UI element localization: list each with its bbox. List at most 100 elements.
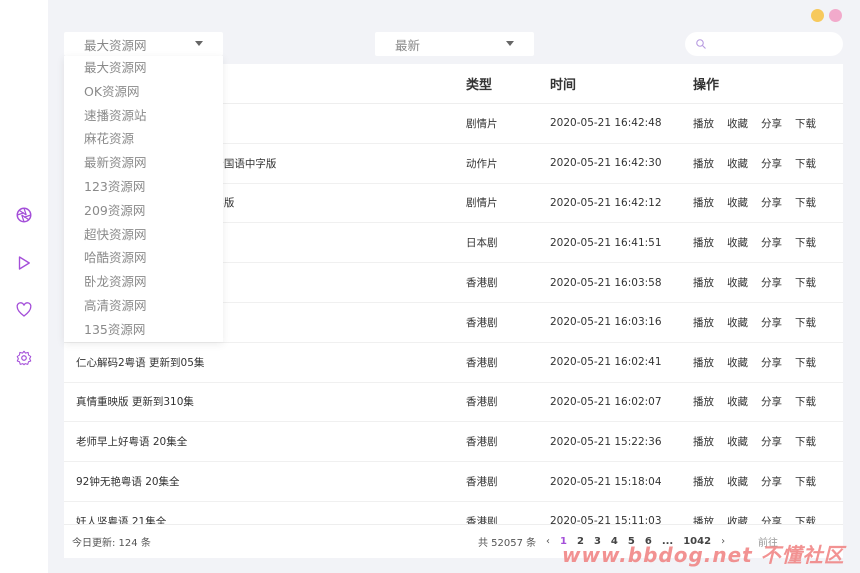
search-input[interactable] bbox=[713, 37, 833, 51]
row-title[interactable]: 真情重映版 更新到310集 bbox=[64, 394, 454, 409]
favorite-button[interactable]: 收藏 bbox=[727, 315, 748, 330]
search-box[interactable] bbox=[685, 32, 843, 56]
row-time: 2020-05-21 15:18:04 bbox=[550, 475, 662, 488]
play-icon bbox=[18, 256, 30, 270]
share-button[interactable]: 分享 bbox=[761, 275, 782, 290]
download-button[interactable]: 下载 bbox=[795, 235, 816, 250]
row-time: 2020-05-21 16:03:16 bbox=[550, 316, 662, 329]
gear-icon bbox=[16, 350, 32, 366]
sidebar-item-play[interactable] bbox=[14, 253, 34, 273]
source-option[interactable]: 哈酷资源网 bbox=[64, 246, 223, 270]
header-time: 时间 bbox=[550, 78, 577, 93]
row-time: 2020-05-21 16:42:12 bbox=[550, 196, 662, 209]
sort-select-value: 最新 bbox=[395, 37, 421, 53]
share-button[interactable]: 分享 bbox=[761, 434, 782, 449]
sidebar-item-favorites[interactable] bbox=[14, 300, 34, 320]
source-option[interactable]: 超快资源网 bbox=[64, 223, 223, 247]
favorite-button[interactable]: 收藏 bbox=[727, 156, 748, 171]
share-button[interactable]: 分享 bbox=[761, 156, 782, 171]
source-select[interactable]: 最大资源网 bbox=[64, 32, 223, 56]
row-title[interactable]: 92钟无艳粤语 20集全 bbox=[64, 474, 454, 489]
download-button[interactable]: 下载 bbox=[795, 156, 816, 171]
download-button[interactable]: 下载 bbox=[795, 514, 816, 524]
minimize-button[interactable] bbox=[811, 9, 824, 22]
play-button[interactable]: 播放 bbox=[693, 394, 714, 409]
prev-page-button[interactable]: ‹ bbox=[546, 536, 550, 547]
play-button[interactable]: 播放 bbox=[693, 235, 714, 250]
source-option[interactable]: 速播资源站 bbox=[64, 104, 223, 128]
sidebar-item-settings[interactable] bbox=[14, 348, 34, 368]
download-button[interactable]: 下载 bbox=[795, 275, 816, 290]
source-option[interactable]: 卧龙资源网 bbox=[64, 270, 223, 294]
row-actions: 播放 收藏 分享 下载 bbox=[693, 434, 829, 449]
header-ops: 操作 bbox=[693, 78, 720, 93]
row-actions: 播放 收藏 分享 下载 bbox=[693, 394, 829, 409]
favorite-button[interactable]: 收藏 bbox=[727, 514, 748, 524]
row-time: 2020-05-21 15:11:03 bbox=[550, 515, 662, 524]
source-option[interactable]: 最大资源网 bbox=[64, 56, 223, 80]
total-count: 共 52057 条 bbox=[478, 538, 537, 549]
download-button[interactable]: 下载 bbox=[795, 434, 816, 449]
source-option[interactable]: 135资源网 bbox=[64, 318, 223, 342]
heart-icon bbox=[16, 302, 32, 317]
download-button[interactable]: 下载 bbox=[795, 474, 816, 489]
table-row: 奸人坚粤语 21集全 香港剧 2020-05-21 15:11:03 播放 收藏 分享 下载 bbox=[64, 502, 843, 524]
share-button[interactable]: 分享 bbox=[761, 394, 782, 409]
play-button[interactable]: 播放 bbox=[693, 195, 714, 210]
sidebar-item-films[interactable] bbox=[14, 205, 34, 225]
download-button[interactable]: 下载 bbox=[795, 355, 816, 370]
play-button[interactable]: 播放 bbox=[693, 514, 714, 524]
play-button[interactable]: 播放 bbox=[693, 355, 714, 370]
favorite-button[interactable]: 收藏 bbox=[727, 116, 748, 131]
row-title[interactable]: 仁心解码2粤语 更新到05集 bbox=[64, 355, 454, 370]
source-option[interactable]: 123资源网 bbox=[64, 175, 223, 199]
play-button[interactable]: 播放 bbox=[693, 434, 714, 449]
download-button[interactable]: 下载 bbox=[795, 195, 816, 210]
source-option[interactable]: 麻花资源 bbox=[64, 127, 223, 151]
share-button[interactable]: 分享 bbox=[761, 116, 782, 131]
aperture-icon bbox=[16, 207, 32, 223]
source-option[interactable]: 209资源网 bbox=[64, 199, 223, 223]
close-button[interactable] bbox=[829, 9, 842, 22]
favorite-button[interactable]: 收藏 bbox=[727, 394, 748, 409]
chevron-down-icon bbox=[506, 41, 514, 46]
row-type: 香港剧 bbox=[466, 356, 498, 369]
play-button[interactable]: 播放 bbox=[693, 315, 714, 330]
source-option[interactable]: 最新资源网 bbox=[64, 151, 223, 175]
share-button[interactable]: 分享 bbox=[761, 235, 782, 250]
search-icon bbox=[696, 39, 706, 49]
source-option[interactable]: 高清资源网 bbox=[64, 294, 223, 318]
play-button[interactable]: 播放 bbox=[693, 156, 714, 171]
row-type: 香港剧 bbox=[466, 476, 498, 489]
chevron-down-icon bbox=[195, 41, 203, 46]
play-button[interactable]: 播放 bbox=[693, 116, 714, 131]
row-type: 日本剧 bbox=[466, 237, 498, 250]
source-option[interactable]: OK资源网 bbox=[64, 80, 223, 104]
row-type: 剧情片 bbox=[466, 197, 498, 210]
sort-select[interactable]: 最新 bbox=[375, 32, 534, 56]
share-button[interactable]: 分享 bbox=[761, 195, 782, 210]
favorite-button[interactable]: 收藏 bbox=[727, 474, 748, 489]
row-type: 剧情片 bbox=[466, 117, 498, 130]
share-button[interactable]: 分享 bbox=[761, 355, 782, 370]
play-button[interactable]: 播放 bbox=[693, 474, 714, 489]
favorite-button[interactable]: 收藏 bbox=[727, 195, 748, 210]
download-button[interactable]: 下载 bbox=[795, 394, 816, 409]
row-actions: 播放 收藏 分享 下载 bbox=[693, 275, 829, 290]
source-select-value: 最大资源网 bbox=[84, 37, 147, 53]
row-title[interactable]: 老师早上好粤语 20集全 bbox=[64, 434, 454, 449]
share-button[interactable]: 分享 bbox=[761, 514, 782, 524]
share-button[interactable]: 分享 bbox=[761, 474, 782, 489]
favorite-button[interactable]: 收藏 bbox=[727, 235, 748, 250]
download-button[interactable]: 下载 bbox=[795, 116, 816, 131]
favorite-button[interactable]: 收藏 bbox=[727, 434, 748, 449]
row-time: 2020-05-21 15:22:36 bbox=[550, 435, 662, 448]
download-button[interactable]: 下载 bbox=[795, 315, 816, 330]
row-title[interactable]: 奸人坚粤语 21集全 bbox=[64, 514, 454, 524]
favorite-button[interactable]: 收藏 bbox=[727, 275, 748, 290]
play-button[interactable]: 播放 bbox=[693, 275, 714, 290]
row-time: 2020-05-21 16:42:48 bbox=[550, 117, 662, 130]
share-button[interactable]: 分享 bbox=[761, 315, 782, 330]
favorite-button[interactable]: 收藏 bbox=[727, 355, 748, 370]
row-type: 香港剧 bbox=[466, 277, 498, 290]
